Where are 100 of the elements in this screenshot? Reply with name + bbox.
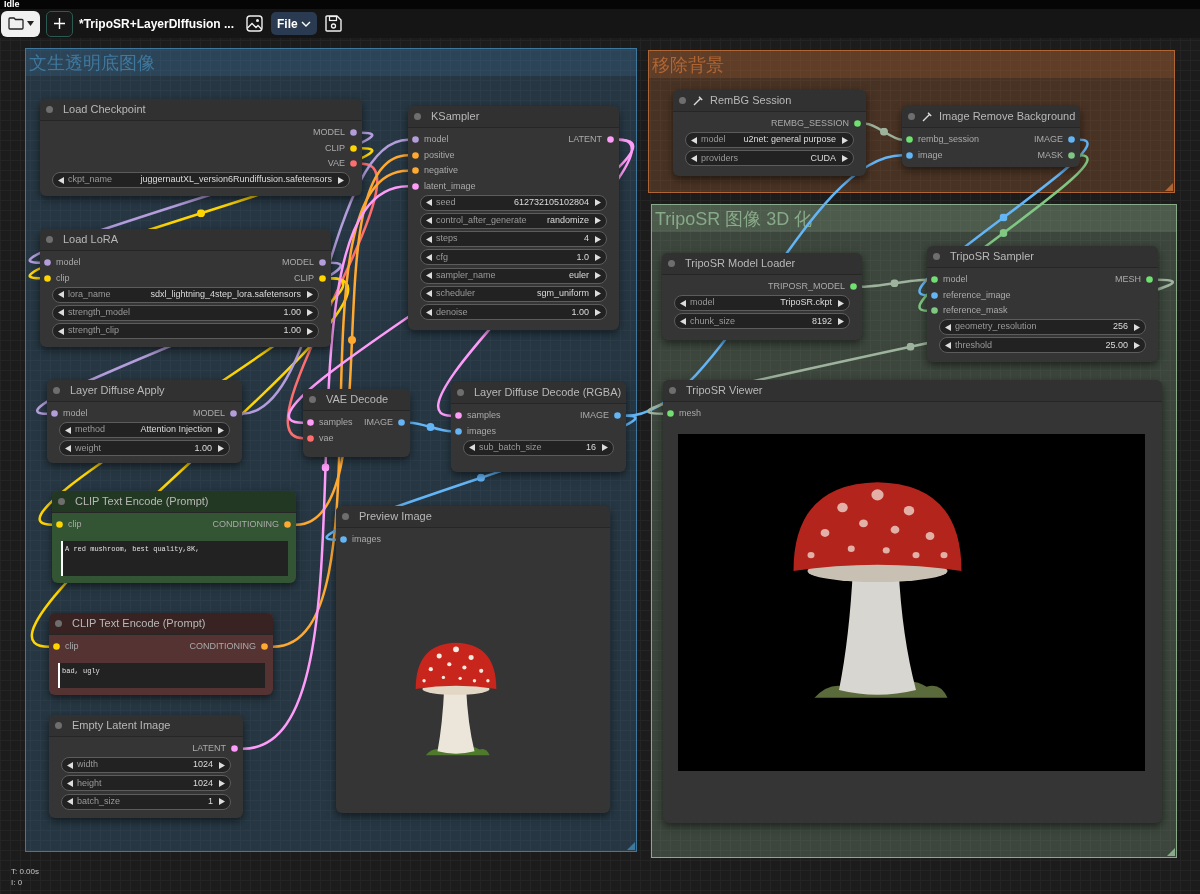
output-slot-icon[interactable] <box>350 129 357 137</box>
input-slot-icon[interactable] <box>412 136 419 144</box>
parameter-widget[interactable]: strength_model 1.00 <box>52 304 319 321</box>
output-slot-icon[interactable] <box>614 412 621 420</box>
left-arrow-icon[interactable] <box>945 341 951 349</box>
left-arrow-icon[interactable] <box>426 199 432 206</box>
left-arrow-icon[interactable] <box>65 426 71 434</box>
input-slot-icon[interactable] <box>340 536 347 544</box>
output-slot-icon[interactable] <box>607 136 614 144</box>
right-arrow-icon[interactable] <box>218 426 224 434</box>
file-menu-button[interactable]: File <box>271 12 317 35</box>
input-slot-icon[interactable] <box>931 307 938 315</box>
input-slot-icon[interactable] <box>667 410 674 418</box>
parameter-widget[interactable]: ckpt_name juggernautXL_version6Rundiffusion.safetensors <box>52 172 350 188</box>
right-arrow-icon[interactable] <box>338 176 344 184</box>
parameter-widget[interactable]: model u2net: general purpose <box>685 132 854 148</box>
link-dot-icon[interactable] <box>999 229 1008 237</box>
parameter-widget[interactable]: weight 1.00 <box>59 440 230 457</box>
link-dot-icon[interactable] <box>477 473 485 482</box>
right-arrow-icon[interactable] <box>602 444 608 451</box>
right-arrow-icon[interactable] <box>218 444 224 452</box>
left-arrow-icon[interactable] <box>426 253 432 261</box>
output-slot-icon[interactable] <box>1068 151 1075 159</box>
input-slot-icon[interactable] <box>412 167 419 175</box>
output-slot-icon[interactable] <box>1068 136 1075 144</box>
input-slot-icon[interactable] <box>51 410 58 418</box>
input-slot-icon[interactable] <box>412 182 419 190</box>
parameter-widget[interactable]: batch_size 1 <box>61 793 231 810</box>
left-arrow-icon[interactable] <box>426 308 432 316</box>
right-arrow-icon[interactable] <box>219 761 225 769</box>
collapse-dot-icon[interactable] <box>58 498 65 505</box>
link-dot-icon[interactable] <box>197 209 205 218</box>
collapse-dot-icon[interactable] <box>669 387 676 394</box>
parameter-widget[interactable]: chunk_size 8192 <box>674 313 850 330</box>
left-arrow-icon[interactable] <box>67 779 73 787</box>
output-slot-icon[interactable] <box>231 745 238 753</box>
input-slot-icon[interactable] <box>56 521 63 529</box>
left-arrow-icon[interactable] <box>58 176 64 184</box>
output-slot-icon[interactable] <box>284 521 291 529</box>
parameter-widget[interactable]: seed 612732105102804 <box>420 194 607 211</box>
left-arrow-icon[interactable] <box>67 798 73 806</box>
collapse-dot-icon[interactable] <box>53 387 60 394</box>
right-arrow-icon[interactable] <box>307 309 313 317</box>
left-arrow-icon[interactable] <box>58 291 64 298</box>
output-slot-icon[interactable] <box>850 283 857 291</box>
output-slot-icon[interactable] <box>350 160 357 168</box>
parameter-widget[interactable]: scheduler sgm_uniform <box>420 286 607 302</box>
collapse-dot-icon[interactable] <box>414 113 421 120</box>
link-dot-icon[interactable] <box>321 463 330 472</box>
viewport-3d[interactable] <box>678 434 1145 771</box>
parameter-widget[interactable]: cfg 1.0 <box>420 249 607 266</box>
right-arrow-icon[interactable] <box>219 779 225 787</box>
parameter-widget[interactable]: height 1024 <box>61 775 231 792</box>
collapse-dot-icon[interactable] <box>679 97 686 104</box>
collapse-dot-icon[interactable] <box>342 513 349 520</box>
link-dot-icon[interactable] <box>880 127 888 136</box>
output-slot-icon[interactable] <box>854 120 861 128</box>
input-slot-icon[interactable] <box>931 291 938 299</box>
parameter-widget[interactable]: steps 4 <box>420 231 607 248</box>
parameter-widget[interactable]: strength_clip 1.00 <box>52 323 319 340</box>
collapse-dot-icon[interactable] <box>908 113 915 120</box>
left-arrow-icon[interactable] <box>680 317 686 325</box>
output-slot-icon[interactable] <box>261 643 268 651</box>
right-arrow-icon[interactable] <box>1134 341 1140 349</box>
collapse-dot-icon[interactable] <box>46 106 53 113</box>
left-arrow-icon[interactable] <box>58 309 64 317</box>
output-slot-icon[interactable] <box>1146 276 1153 284</box>
left-arrow-icon[interactable] <box>426 272 432 280</box>
output-slot-icon[interactable] <box>230 410 237 418</box>
input-slot-icon[interactable] <box>44 274 51 282</box>
right-arrow-icon[interactable] <box>595 290 601 298</box>
left-arrow-icon[interactable] <box>680 299 686 307</box>
input-slot-icon[interactable] <box>906 136 913 144</box>
collapse-dot-icon[interactable] <box>46 236 53 243</box>
input-slot-icon[interactable] <box>455 412 462 420</box>
workflow-menu-button[interactable] <box>1 10 40 37</box>
parameter-widget[interactable]: providers CUDA <box>685 150 854 167</box>
right-arrow-icon[interactable] <box>595 253 601 261</box>
left-arrow-icon[interactable] <box>426 235 432 243</box>
right-arrow-icon[interactable] <box>838 317 844 325</box>
link-dot-icon[interactable] <box>426 423 435 431</box>
new-workflow-button[interactable] <box>46 10 73 37</box>
right-arrow-icon[interactable] <box>219 798 225 806</box>
left-arrow-icon[interactable] <box>945 323 951 331</box>
link-dot-icon[interactable] <box>348 336 356 344</box>
resize-handle-icon[interactable] <box>627 842 635 850</box>
parameter-widget[interactable]: control_after_generate randomize <box>420 212 607 229</box>
output-slot-icon[interactable] <box>319 274 326 282</box>
input-slot-icon[interactable] <box>455 427 462 435</box>
input-slot-icon[interactable] <box>44 259 51 267</box>
right-arrow-icon[interactable] <box>838 299 844 307</box>
parameter-widget[interactable]: model TripoSR.ckpt <box>674 295 850 311</box>
right-arrow-icon[interactable] <box>1134 323 1140 331</box>
right-arrow-icon[interactable] <box>595 217 601 225</box>
collapse-dot-icon[interactable] <box>55 620 62 627</box>
left-arrow-icon[interactable] <box>67 761 73 769</box>
output-slot-icon[interactable] <box>350 144 357 152</box>
input-slot-icon[interactable] <box>307 434 314 442</box>
image-icon[interactable] <box>246 15 264 32</box>
right-arrow-icon[interactable] <box>595 272 601 280</box>
